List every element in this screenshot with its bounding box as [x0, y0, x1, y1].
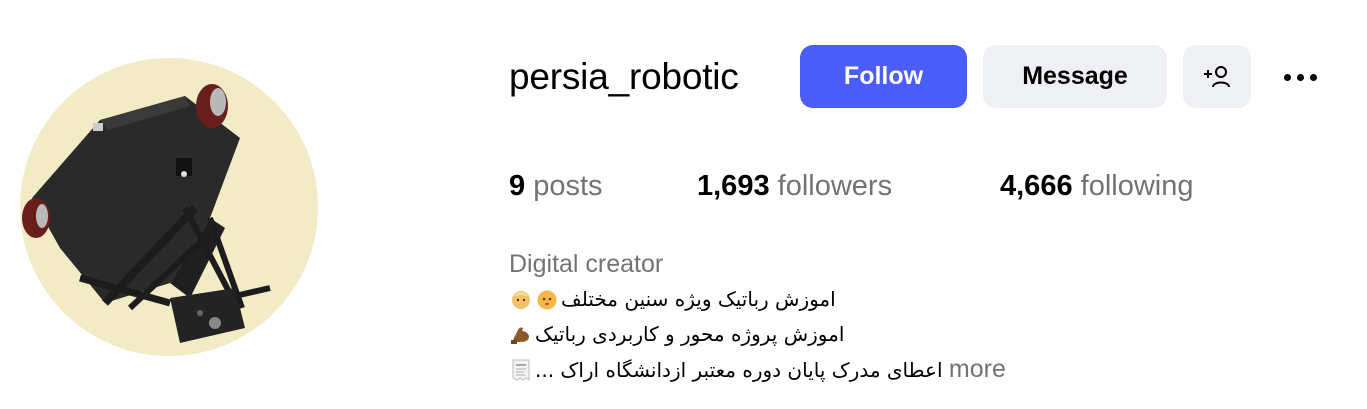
- bio-line-2: اموزش پروژه محور و کاربردی رباتیک: [509, 319, 844, 349]
- more-options-button[interactable]: [1272, 58, 1328, 96]
- profile-category: Digital creator: [509, 250, 664, 278]
- suggest-similar-button[interactable]: [1183, 45, 1251, 108]
- following-label: following: [1080, 170, 1194, 202]
- robot-photo-avatar-icon: [20, 58, 318, 356]
- profile-header: persia_robotic Follow Message 9 posts 1,…: [0, 0, 1367, 409]
- flexed-arm-emoji-icon: [511, 327, 529, 344]
- add-person-icon: [1204, 65, 1230, 87]
- posts-stat: 9 posts: [509, 168, 603, 204]
- message-button[interactable]: Message: [983, 45, 1167, 108]
- posts-label: posts: [533, 170, 603, 202]
- more-options-icon: [1281, 73, 1320, 81]
- bio-text-2: اموزش پروژه محور و کاربردی رباتیک: [535, 322, 845, 346]
- following-count: 4,666: [1000, 170, 1073, 202]
- following-stat[interactable]: 4,666 following: [1000, 168, 1193, 204]
- receipt-emoji-icon: [512, 359, 530, 381]
- bio-line-3: اعطای مدرک پایان دوره معتبر ازدانشگاه ار…: [509, 354, 1006, 385]
- bio-text-3: اعطای مدرک پایان دوره معتبر ازدانشگاه ار…: [535, 358, 943, 382]
- bio-text-1: اموزش رباتیک ویژه سنین مختلف: [561, 287, 836, 311]
- username: persia_robotic: [509, 56, 739, 97]
- baby-emoji-icon: [537, 290, 557, 310]
- bio-more-link[interactable]: more: [949, 355, 1006, 383]
- followers-count: 1,693: [697, 170, 770, 202]
- follow-button[interactable]: Follow: [800, 45, 967, 108]
- posts-count: 9: [509, 170, 526, 202]
- followers-label: followers: [777, 170, 893, 202]
- bio-line-1: اموزش رباتیک ویژه سنین مختلف: [509, 284, 836, 314]
- avatar[interactable]: [20, 58, 318, 356]
- person-emoji-icon: [512, 291, 530, 309]
- followers-stat[interactable]: 1,693 followers: [697, 168, 892, 204]
